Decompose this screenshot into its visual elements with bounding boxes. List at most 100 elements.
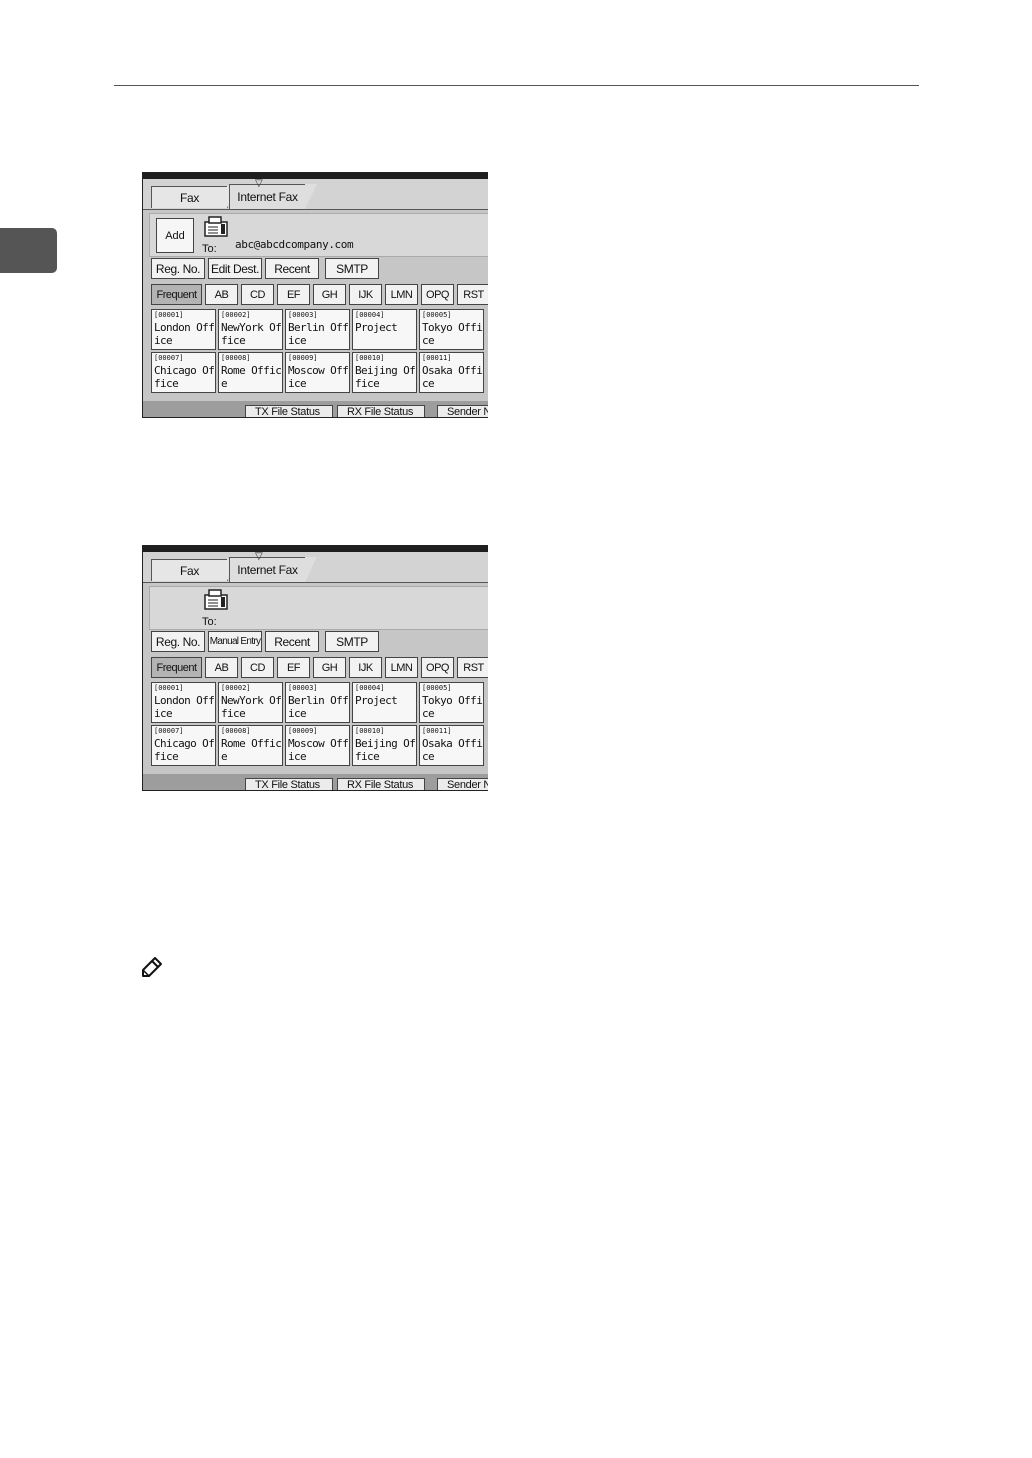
recent-button[interactable]: Recent [265,631,319,652]
index-tab-gh[interactable]: GH [313,284,346,305]
reg-no-button[interactable]: Reg. No. [151,631,205,652]
destination-number: [00007] [154,727,184,735]
destination-number: [00005] [422,311,452,319]
destination-key[interactable]: [00011] Osaka Office [419,725,484,766]
destination-number: [00009] [288,727,318,735]
destination-name: Project [355,694,398,707]
index-tab-cd[interactable]: CD [241,657,274,678]
destination-key[interactable]: [00004] Project [352,309,417,350]
index-tab-rst[interactable]: RST [457,657,488,678]
index-tab-ijk[interactable]: IJK [349,657,382,678]
tab-internet-fax[interactable]: Internet Fax [229,557,317,582]
destination-name: Tokyo Office [422,694,483,720]
index-tab-cd[interactable]: CD [241,284,274,305]
tab-triangle-icon: ▽ [255,551,263,562]
fax-machine-icon [204,216,228,237]
destination-key[interactable]: [00008] Rome Office [218,352,283,393]
destination-name: Chicago Office [154,364,215,390]
destination-key[interactable]: [00010] Beijing Office [352,725,417,766]
index-tab-lmn[interactable]: LMN [385,284,418,305]
to-label: To: [202,243,217,255]
destination-name: Osaka Office [422,737,483,763]
destination-name: NewYork Office [221,694,282,720]
index-tab-ab[interactable]: AB [205,657,238,678]
index-tab-frequent[interactable]: Frequent [151,657,202,678]
sender-name-button[interactable]: Sender N [437,405,488,417]
index-tab-rst[interactable]: RST [457,284,488,305]
reg-no-button[interactable]: Reg. No. [151,258,205,279]
tab-fax[interactable]: Fax [151,186,237,208]
destination-key[interactable]: [00004] Project [352,682,417,723]
recent-button[interactable]: Recent [265,258,319,279]
destination-key[interactable]: [00007] Chicago Office [151,725,216,766]
index-tab-ef[interactable]: EF [277,657,310,678]
note-pencil-icon [142,957,162,977]
destination-key[interactable]: [00005] Tokyo Office [419,682,484,723]
fax-machine-icon [204,589,228,610]
destination-name: Osaka Office [422,364,483,390]
destination-number: [00008] [221,354,251,362]
tx-file-status-button[interactable]: TX File Status [245,778,333,790]
destination-key[interactable]: [00008] Rome Office [218,725,283,766]
destination-area: Add To: abc@abcdcompany.com [149,213,488,257]
destination-number: [00011] [422,727,452,735]
rx-file-status-button[interactable]: RX File Status [337,405,425,417]
status-bar: TX File Status RX File Status Sender N [143,401,488,417]
destination-number: [00003] [288,311,318,319]
sender-name-button[interactable]: Sender N [437,778,488,790]
index-tab-gh[interactable]: GH [313,657,346,678]
destination-key[interactable]: [00011] Osaka Office [419,352,484,393]
manual-entry-button[interactable]: Manual Entry [208,631,262,652]
destination-key[interactable]: [00003] Berlin Office [285,309,350,350]
tx-file-status-button[interactable]: TX File Status [245,405,333,417]
destination-name: Chicago Office [154,737,215,763]
destination-number: [00003] [288,684,318,692]
index-tab-frequent[interactable]: Frequent [151,284,202,305]
smtp-button[interactable]: SMTP [325,258,379,279]
destination-name: Berlin Office [288,321,349,347]
destination-name: Rome Office [221,364,282,390]
destination-key[interactable]: [00002] NewYork Office [218,309,283,350]
destination-number: [00001] [154,684,184,692]
edit-dest-button[interactable]: Edit Dest. [208,258,262,279]
screenshot-2: Fax Internet Fax ▽ To: Reg. No. Manual E… [142,545,488,791]
destination-key[interactable]: [00007] Chicago Office [151,352,216,393]
rx-file-status-button[interactable]: RX File Status [337,778,425,790]
destination-name: NewYork Office [221,321,282,347]
index-tab-ijk[interactable]: IJK [349,284,382,305]
destination-name: London Office [154,694,215,720]
add-button[interactable]: Add [156,218,194,253]
destination-number: [00005] [422,684,452,692]
tab-strip: Fax Internet Fax ▽ [143,552,488,583]
index-tab-lmn[interactable]: LMN [385,657,418,678]
index-tab-opq[interactable]: OPQ [421,284,454,305]
destination-name: Beijing Office [355,737,416,763]
destination-key[interactable]: [00005] Tokyo Office [419,309,484,350]
chapter-side-tab [0,228,57,273]
index-tab-opq[interactable]: OPQ [421,657,454,678]
destination-number: [00010] [355,354,385,362]
tab-internet-fax[interactable]: Internet Fax [229,184,317,209]
index-tab-ef[interactable]: EF [277,284,310,305]
destination-name: Berlin Office [288,694,349,720]
destination-name: London Office [154,321,215,347]
destination-name: Project [355,321,398,334]
to-label: To: [202,616,217,628]
destination-key[interactable]: [00009] Moscow Office [285,352,350,393]
destination-number: [00004] [355,684,385,692]
destination-key[interactable]: [00001] London Office [151,309,216,350]
tab-fax[interactable]: Fax [151,559,237,581]
to-address: abc@abcdcompany.com [235,238,354,251]
smtp-button[interactable]: SMTP [325,631,379,652]
screenshot-1: Fax Internet Fax ▽ Add To: abc@abcdcompa… [142,172,488,418]
index-tab-ab[interactable]: AB [205,284,238,305]
destination-name: Moscow Office [288,364,349,390]
destination-key[interactable]: [00010] Beijing Office [352,352,417,393]
header-rule [114,85,919,86]
destination-key[interactable]: [00009] Moscow Office [285,725,350,766]
destination-key[interactable]: [00002] NewYork Office [218,682,283,723]
destination-key[interactable]: [00003] Berlin Office [285,682,350,723]
destination-number: [00008] [221,727,251,735]
destination-key[interactable]: [00001] London Office [151,682,216,723]
destination-number: [00004] [355,311,385,319]
